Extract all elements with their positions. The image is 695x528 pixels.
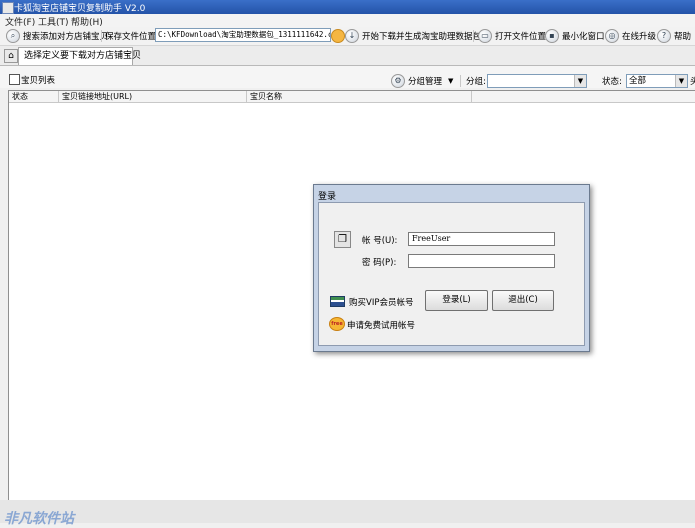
password-input[interactable] bbox=[408, 254, 555, 268]
exit-button[interactable]: 退出(C) bbox=[492, 290, 554, 311]
minimize-icon: ▪ bbox=[545, 28, 559, 43]
password-label: 密 码(P): bbox=[362, 258, 397, 268]
home-icon[interactable]: ⌂ bbox=[4, 49, 18, 63]
search-icon: ⌕ bbox=[6, 28, 20, 43]
buy-vip-link[interactable]: 购买VIP会员帐号 bbox=[349, 296, 413, 308]
minimize-window-button[interactable]: ▪ 最小化窗口 bbox=[545, 28, 605, 43]
filter-separator bbox=[460, 75, 461, 87]
column-url[interactable]: 宝贝链接地址(URL) bbox=[62, 91, 132, 102]
minimize-window-label: 最小化窗口 bbox=[562, 31, 605, 42]
folder-icon: ▭ bbox=[478, 28, 492, 43]
open-file-location-button[interactable]: ▭ 打开文件位置 bbox=[478, 28, 546, 43]
start-download-button[interactable]: ↓ 开始下载并生成淘宝助理数据包 bbox=[345, 28, 481, 43]
open-file-location-label: 打开文件位置 bbox=[495, 31, 547, 42]
download-icon: ↓ bbox=[345, 28, 359, 43]
status-bar bbox=[0, 500, 695, 523]
toolbar: ⌕ 搜索添加对方店铺宝贝 保存文件位置: ↓ 开始下载并生成淘宝助理数据包 ▭ … bbox=[0, 27, 695, 46]
group-select[interactable]: ▼ bbox=[487, 74, 587, 88]
chevron-down-icon: ▼ bbox=[448, 76, 454, 85]
group-manage-label: 分组管理 bbox=[408, 76, 443, 87]
user-icon: ❐ bbox=[334, 231, 351, 248]
login-dialog-title: 登录 bbox=[318, 192, 337, 202]
filter-extra-label: 头 bbox=[690, 77, 695, 87]
online-upgrade-label: 在线升级 bbox=[622, 31, 657, 42]
online-upgrade-button[interactable]: ◎ 在线升级 bbox=[605, 28, 656, 43]
globe-icon: ◎ bbox=[605, 28, 619, 43]
chevron-down-icon: ▼ bbox=[574, 75, 586, 87]
free-icon: free bbox=[329, 317, 345, 331]
app-icon bbox=[2, 2, 14, 14]
free-trial-link[interactable]: 申请免费试用帐号 bbox=[347, 319, 415, 331]
window-title: 卡狐淘宝店铺宝贝复制助手 V2.0 bbox=[14, 4, 146, 14]
group-label: 分组: bbox=[466, 77, 486, 87]
save-path-input[interactable]: C:\KFDownload\淘宝助理数据包_1311111642.csv bbox=[155, 28, 331, 42]
item-list-label: 宝贝列表 bbox=[21, 76, 56, 86]
item-list-checkbox[interactable] bbox=[9, 74, 20, 85]
filter-bar bbox=[0, 66, 695, 88]
status-select[interactable]: 全部 ▼ bbox=[626, 74, 688, 88]
table-header: 状态 宝贝链接地址(URL) 宝贝名称 bbox=[9, 91, 695, 103]
status-label: 状态: bbox=[602, 77, 622, 87]
help-label: 帮助 bbox=[674, 31, 692, 42]
toolbar-separator bbox=[101, 30, 102, 42]
title-bar: 卡狐淘宝店铺宝贝复制助手 V2.0 bbox=[0, 0, 695, 14]
card-icon bbox=[330, 296, 345, 307]
group-manage-button[interactable]: ⚙ 分组管理 ▼ bbox=[391, 73, 453, 88]
account-label: 帐 号(U): bbox=[362, 236, 398, 246]
search-add-label: 搜索添加对方店铺宝贝 bbox=[23, 31, 109, 42]
column-status[interactable]: 状态 bbox=[12, 91, 28, 102]
status-select-value: 全部 bbox=[629, 76, 647, 86]
search-add-button[interactable]: ⌕ 搜索添加对方店铺宝贝 bbox=[6, 28, 108, 43]
help-button[interactable]: ? 帮助 bbox=[657, 28, 691, 43]
column-name[interactable]: 宝贝名称 bbox=[250, 91, 282, 102]
save-location-label: 保存文件位置: bbox=[105, 31, 159, 42]
start-download-label: 开始下载并生成淘宝助理数据包 bbox=[362, 31, 482, 42]
group-icon: ⚙ bbox=[391, 73, 405, 88]
toolbar-separator bbox=[473, 30, 474, 42]
login-button[interactable]: 登录(L) bbox=[425, 290, 488, 311]
account-input[interactable]: FreeUser bbox=[408, 232, 555, 246]
menu-bar: 文件(F) 工具(T) 帮助(H) bbox=[0, 14, 695, 28]
chevron-down-icon: ▼ bbox=[675, 75, 687, 87]
help-icon: ? bbox=[657, 28, 671, 43]
watermark-logo: 非凡软件站 bbox=[4, 511, 74, 527]
tab-select-items[interactable]: 选择定义要下载对方店铺宝贝 bbox=[18, 47, 141, 65]
